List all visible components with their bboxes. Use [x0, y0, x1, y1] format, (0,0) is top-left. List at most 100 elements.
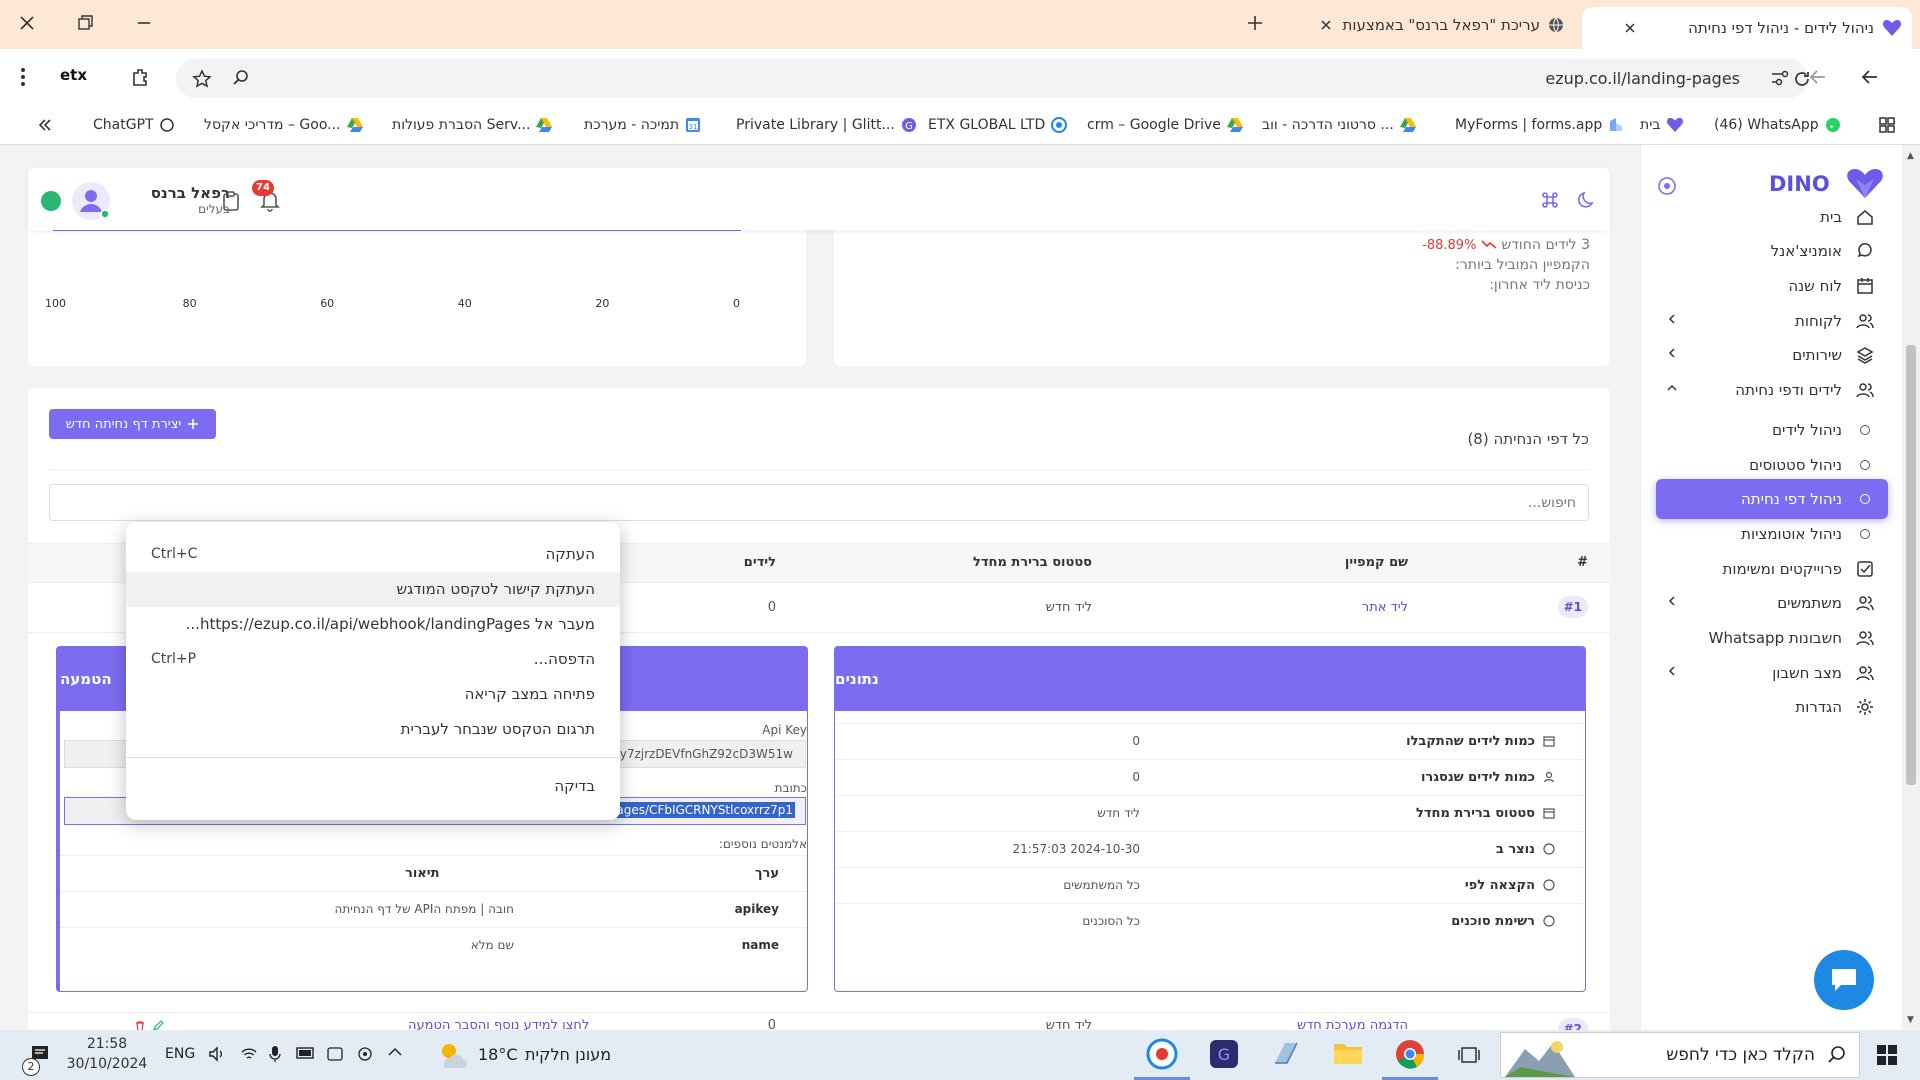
- reload-icon[interactable]: [1792, 69, 1812, 89]
- sidebar-item-14[interactable]: הגדרות: [1656, 687, 1888, 727]
- menu-item-copy[interactable]: העתקה Ctrl+C: [126, 537, 620, 572]
- create-landing-page-button[interactable]: יצירת דף נחיתה חדש: [49, 409, 216, 439]
- row-campaign-link[interactable]: ליד אתר: [1362, 600, 1408, 615]
- restore-window-icon[interactable]: [76, 14, 94, 32]
- url-text[interactable]: ezup.co.il/landing-pages: [1545, 69, 1740, 88]
- bookmark-excel-guides[interactable]: מדריכי אקסל – Goo...: [204, 117, 363, 133]
- wifi-icon[interactable]: [240, 1045, 258, 1063]
- bookmark-myforms[interactable]: MyForms | forms.app: [1455, 117, 1624, 133]
- more-bookmarks-icon[interactable]: [36, 117, 52, 133]
- dark-mode-icon[interactable]: [1577, 190, 1597, 210]
- dino-logo-icon[interactable]: [1846, 169, 1884, 199]
- bookmark-chatgpt[interactable]: ChatGPT: [93, 117, 174, 133]
- avatar[interactable]: [71, 181, 111, 221]
- bookmark-glitter[interactable]: Private Library | Glitt... G: [736, 117, 917, 133]
- sidebar-item-9[interactable]: ניהול אוטומציות: [1656, 514, 1888, 554]
- tab-edit-raphael[interactable]: עריכת "רפאל ברנס" באמצעות א: [1290, 7, 1574, 43]
- camera-app-icon[interactable]: [356, 1045, 374, 1063]
- sidebar-item-6[interactable]: ניהול לידים: [1656, 410, 1888, 450]
- menu-item-print[interactable]: הדפסה... Ctrl+P: [126, 642, 620, 677]
- tab-landing-pages[interactable]: ניהול לידים - ניהול דפי נחיתה: [1582, 7, 1912, 49]
- taskbar-file-explorer[interactable]: [1320, 1030, 1376, 1080]
- notification-badge: 74: [252, 180, 274, 196]
- close-window-icon[interactable]: [18, 14, 36, 32]
- sidebar-item-4[interactable]: שירותים: [1656, 335, 1888, 375]
- sidebar-item-landing-pages[interactable]: ניהול דפי נחיתה: [1656, 479, 1888, 519]
- weather-temp[interactable]: 18°C: [478, 1045, 518, 1064]
- battery-icon[interactable]: [296, 1046, 316, 1060]
- address-bar[interactable]: ezup.co.il/landing-pages: [176, 59, 1808, 98]
- sidebar-item-1[interactable]: אומניצ'אנל: [1656, 231, 1888, 271]
- target-icon[interactable]: [1657, 176, 1677, 196]
- menu-item-inspect[interactable]: בדיקה: [126, 769, 620, 804]
- menu-item-reading-mode[interactable]: פתיחה במצב קריאה: [126, 677, 620, 712]
- taskbar-glitter-app[interactable]: G: [1196, 1030, 1252, 1080]
- globe-icon: [1548, 17, 1564, 33]
- stats-leads-month: 3 לידים החודש 88.89%-: [1422, 237, 1590, 253]
- taskbar-search[interactable]: הקלד כאן כדי לחפש: [1500, 1032, 1860, 1078]
- sidebar-item-11[interactable]: משתמשים: [1656, 583, 1888, 623]
- etx-extension-icon[interactable]: etx: [60, 66, 87, 84]
- command-icon[interactable]: [1540, 190, 1560, 210]
- minimize-window-icon[interactable]: [135, 14, 153, 32]
- clipboard-icon[interactable]: [222, 190, 240, 212]
- chatgpt-icon: [159, 118, 174, 132]
- menu-item-goto[interactable]: מעבר אל https://ezup.co.il/api/webhook/l…: [126, 607, 620, 642]
- volume-icon[interactable]: [208, 1045, 226, 1063]
- sidebar-item-12[interactable]: חשבונות Whatsapp: [1656, 618, 1888, 658]
- clock-date: 30/10/2024: [66, 1056, 148, 1072]
- close-tab-icon[interactable]: [1624, 22, 1636, 34]
- detail-row: נוצר ב 2024-10-30 21:57:03: [835, 831, 1585, 867]
- col-num: #: [1577, 555, 1588, 570]
- bookmark-crm-drive[interactable]: crm – Google Drive: [1087, 117, 1243, 133]
- bookmark-whatsapp[interactable]: (46) WhatsApp: [1714, 117, 1841, 133]
- taskbar-etx-app[interactable]: [1134, 1030, 1190, 1080]
- task-view-icon[interactable]: [1458, 1045, 1480, 1065]
- menu-item-copy-link[interactable]: העתקת קישור לטקסט המודגש: [126, 572, 620, 607]
- scroll-down-icon[interactable]: ▼: [1907, 1015, 1914, 1025]
- weather-desc[interactable]: מעונן חלקית: [525, 1045, 611, 1064]
- taskbar-notepad-app[interactable]: [1258, 1030, 1314, 1080]
- taskbar-chrome[interactable]: [1382, 1030, 1438, 1080]
- menu-divider: [126, 757, 620, 758]
- bookmark-etx-global[interactable]: ETX GLOBAL LTD: [928, 117, 1068, 133]
- close-tab-icon[interactable]: [1320, 19, 1332, 31]
- back-icon[interactable]: [1860, 67, 1880, 87]
- bookmark-serv[interactable]: הסברת פעולות Serv...: [392, 117, 553, 133]
- chart-x-tick: 40: [457, 297, 472, 310]
- windows-start-icon[interactable]: [1876, 1044, 1898, 1066]
- embed-table-row: apikey חובה | מפתח הAPI של דף הנחיתה: [60, 891, 807, 927]
- zoom-icon[interactable]: [232, 69, 250, 87]
- menu-item-translate[interactable]: תרגום הטקסט שנבחר לעברית: [126, 712, 620, 747]
- search-input[interactable]: [49, 484, 1589, 521]
- sidebar-item-2[interactable]: לוח שנה: [1656, 266, 1888, 306]
- bookmark-tutorials[interactable]: סרטוני הדרכה - ווב ...: [1262, 117, 1416, 133]
- scroll-up-icon[interactable]: ▲: [1907, 151, 1914, 161]
- status-online-icon[interactable]: [40, 190, 62, 212]
- menu-dots-icon[interactable]: [20, 67, 26, 87]
- sidebar-item-label: לקוחות: [1795, 312, 1842, 330]
- bookmark-support[interactable]: תמיכה - מערכת 31: [584, 117, 701, 133]
- microphone-icon[interactable]: [268, 1045, 282, 1063]
- landing-pages-count: כל דפי הנחיתה (8): [1467, 430, 1589, 448]
- google-drive-icon: [1226, 118, 1243, 132]
- new-tab-icon[interactable]: [1246, 14, 1264, 32]
- sidebar-item-5[interactable]: לידים ודפי נחיתה: [1656, 370, 1888, 410]
- weather-icon[interactable]: [436, 1038, 470, 1072]
- user-info[interactable]: רפאל ברנס בעלים: [120, 184, 230, 216]
- clock[interactable]: 21:58 30/10/2024: [62, 1036, 152, 1072]
- scrollbar-thumb[interactable]: [1906, 345, 1916, 785]
- language-indicator[interactable]: ENG: [165, 1046, 195, 1062]
- bookmark-home[interactable]: בית: [1640, 117, 1684, 133]
- brand-name[interactable]: DINO: [1769, 172, 1830, 196]
- bookmark-star-icon[interactable]: [192, 69, 212, 89]
- sidebar-item-label: ניהול לידים: [1772, 421, 1842, 439]
- tray-expand-icon[interactable]: [388, 1047, 402, 1057]
- all-bookmarks-icon[interactable]: [1878, 116, 1896, 134]
- meet-now-icon[interactable]: [326, 1045, 344, 1063]
- chat-widget-button[interactable]: [1814, 950, 1874, 1010]
- site-settings-icon[interactable]: [1770, 69, 1790, 87]
- extensions-icon[interactable]: [130, 67, 150, 87]
- page-scrollbar[interactable]: ▲ ▼: [1902, 145, 1920, 1030]
- chevron-left-icon: [1666, 313, 1678, 325]
